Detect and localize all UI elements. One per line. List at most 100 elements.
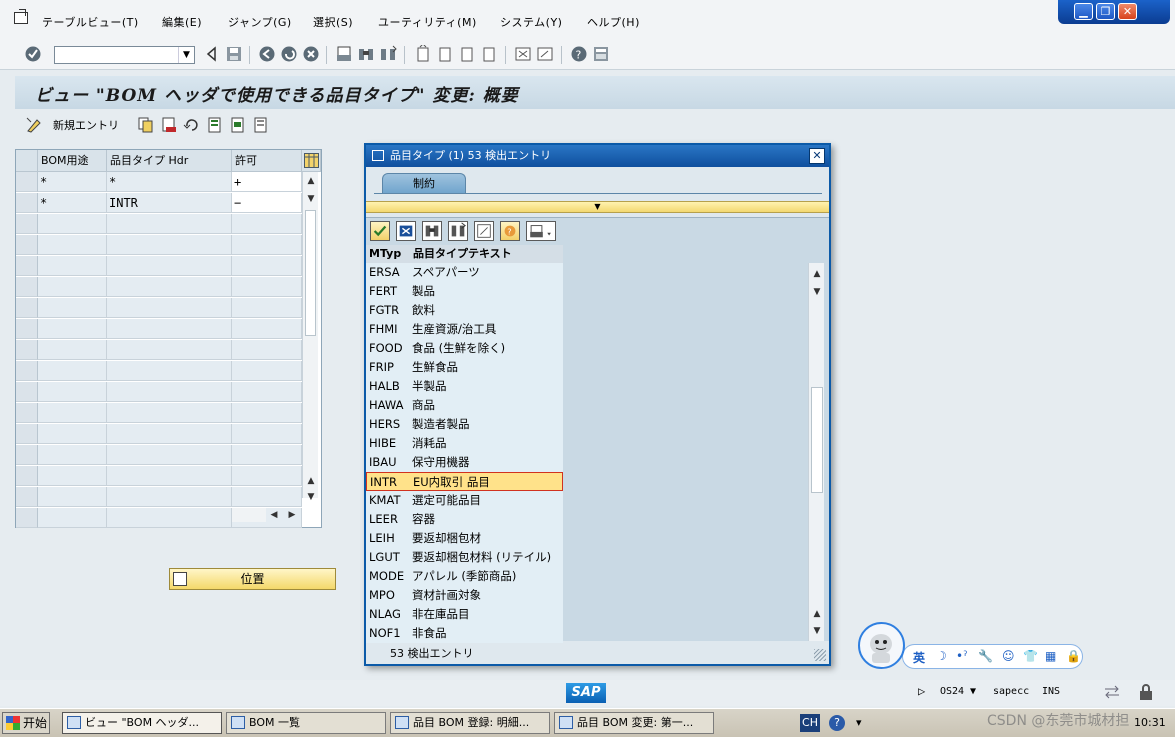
row-selector[interactable]: [16, 256, 38, 276]
enter-check-icon[interactable]: [24, 45, 42, 63]
scroll-thumb[interactable]: [811, 387, 823, 493]
row-selector[interactable]: [16, 298, 38, 318]
find-next-icon[interactable]: [379, 45, 397, 63]
new-entries-pencil-icon[interactable]: [25, 116, 43, 134]
list-item[interactable]: NLAG 非在庫品目: [366, 605, 563, 624]
row-selector[interactable]: [16, 235, 38, 255]
row-selector[interactable]: [16, 508, 38, 528]
cancel-icon[interactable]: [302, 45, 320, 63]
scroll-up-icon[interactable]: ▲: [809, 267, 825, 281]
insert-mode[interactable]: INS: [1042, 686, 1060, 697]
row-selector[interactable]: [16, 361, 38, 381]
command-field[interactable]: ▼: [54, 46, 195, 64]
cell-allowed[interactable]: +: [232, 172, 302, 192]
moon-icon[interactable]: ☽: [936, 649, 947, 663]
back-triangle-icon[interactable]: [203, 45, 221, 63]
row-selector[interactable]: [16, 403, 38, 423]
resize-grip-icon[interactable]: [814, 649, 826, 661]
print-icon[interactable]: [335, 45, 353, 63]
select-all-icon[interactable]: [206, 116, 224, 134]
exit-icon[interactable]: [280, 45, 298, 63]
save-icon[interactable]: [225, 45, 243, 63]
list-item[interactable]: LEIH 要返却梱包材: [366, 529, 563, 548]
list-item[interactable]: FOOD 食品 (生鮮を除く): [366, 339, 563, 358]
system-dropdown-icon[interactable]: ▼: [970, 686, 976, 697]
row-selector[interactable]: [16, 214, 38, 234]
menu-help[interactable]: ヘルプ(H): [587, 14, 640, 30]
column-header-material-type-text[interactable]: 品目タイプテキスト: [411, 245, 563, 263]
tab-restrictions[interactable]: 制約: [382, 173, 466, 194]
scroll-up-icon[interactable]: ▲: [303, 174, 319, 188]
row-selector[interactable]: [16, 319, 38, 339]
copy-as-icon[interactable]: [137, 116, 155, 134]
scroll-down-icon[interactable]: ▼: [809, 285, 825, 299]
menu-system[interactable]: システム(Y): [500, 14, 562, 30]
list-item[interactable]: HIBE 消耗品: [366, 434, 563, 453]
new-entries-button[interactable]: 新規エントリ: [53, 117, 119, 133]
start-button[interactable]: 开始: [2, 712, 50, 734]
row-selector[interactable]: [16, 193, 38, 213]
restrictions-toggle-bar[interactable]: ▼: [366, 201, 829, 213]
list-item[interactable]: FRIP 生鮮食品: [366, 358, 563, 377]
minimize-button[interactable]: ▁: [1074, 3, 1093, 20]
horizontal-scroll-track[interactable]: [232, 508, 266, 522]
shortcut-icon[interactable]: [536, 45, 554, 63]
delete-icon[interactable]: [160, 116, 178, 134]
popup-close-button[interactable]: ✕: [809, 148, 825, 164]
scroll-left-icon[interactable]: ◀: [266, 508, 282, 522]
ime-language-toggle[interactable]: 英: [913, 649, 925, 666]
find-icon[interactable]: [357, 45, 375, 63]
list-item[interactable]: LEER 容器: [366, 510, 563, 529]
previous-page-icon[interactable]: [436, 45, 454, 63]
popup-vertical-scrollbar[interactable]: ▲ ▼ ▲ ▼: [808, 263, 824, 641]
row-selector[interactable]: [16, 172, 38, 192]
list-item[interactable]: LGUT 要返却梱包材料 (リテイル): [366, 548, 563, 567]
menu-edit[interactable]: 編集(E): [162, 14, 202, 30]
last-page-icon[interactable]: [480, 45, 498, 63]
taskbar-item-bom-list[interactable]: BOM 一覧: [226, 712, 386, 734]
row-selector[interactable]: [16, 487, 38, 507]
scroll-down-icon[interactable]: ▼: [809, 624, 825, 638]
taskbar-item-bom-create[interactable]: 品目 BOM 登録: 明細...: [390, 712, 550, 734]
column-header-allowed[interactable]: 許可: [232, 150, 302, 172]
list-item[interactable]: FERT 製品: [366, 282, 563, 301]
table-vertical-scrollbar[interactable]: ▲ ▼ ▲ ▼: [302, 172, 319, 502]
ok-check-icon[interactable]: [370, 221, 390, 241]
list-item[interactable]: ERSA スペアパーツ: [366, 263, 563, 282]
list-item[interactable]: NOF1 非食品: [366, 624, 563, 643]
list-item[interactable]: HERS 製造者製品: [366, 415, 563, 434]
cell-allowed[interactable]: −: [232, 193, 302, 213]
column-header-material-type[interactable]: 品目タイプ Hdr: [107, 150, 232, 172]
find-icon[interactable]: [422, 221, 442, 241]
scroll-thumb[interactable]: [305, 210, 316, 336]
list-item[interactable]: FGTR 飲料: [366, 301, 563, 320]
scroll-down-icon[interactable]: ▼: [303, 490, 319, 504]
taskbar-item-view[interactable]: ビュー "BOM ヘッダ...: [62, 712, 222, 734]
cancel-x-icon[interactable]: [396, 221, 416, 241]
lock-icon[interactable]: 🔒: [1066, 649, 1081, 663]
menu-exit-icon[interactable]: [14, 9, 28, 24]
list-item[interactable]: MPO 資材計画対象: [366, 586, 563, 605]
column-header-bom-usage[interactable]: BOM用途: [38, 150, 107, 172]
menu-goto[interactable]: ジャンプ(G): [228, 14, 292, 30]
list-item[interactable]: MODE アパレル (季節商品): [366, 567, 563, 586]
row-selector[interactable]: [16, 424, 38, 444]
close-window-button[interactable]: ✕: [1118, 3, 1137, 20]
select-block-icon[interactable]: [229, 116, 247, 134]
chevron-down-icon[interactable]: ▼: [178, 47, 194, 63]
list-item[interactable]: FHMI 生産資源/治工具: [366, 320, 563, 339]
row-selector[interactable]: [16, 340, 38, 360]
menu-utilities[interactable]: ユーティリティ(M): [378, 14, 477, 30]
table-corner[interactable]: [16, 150, 38, 172]
taskbar-item-bom-change[interactable]: 品目 BOM 変更: 第一...: [554, 712, 714, 734]
row-selector[interactable]: [16, 445, 38, 465]
scroll-up-icon[interactable]: ▲: [303, 474, 319, 488]
back-icon[interactable]: [258, 45, 276, 63]
ime-avatar[interactable]: [858, 622, 905, 669]
scroll-down-icon[interactable]: ▼: [303, 192, 319, 206]
layout-menu-icon[interactable]: [592, 45, 610, 63]
menu-table-view[interactable]: テーブルビュー(T): [42, 14, 139, 30]
list-item[interactable]: KMAT 選定可能品目: [366, 491, 563, 510]
restore-button[interactable]: ❐: [1096, 3, 1115, 20]
help-tray-icon[interactable]: ?: [829, 715, 845, 731]
